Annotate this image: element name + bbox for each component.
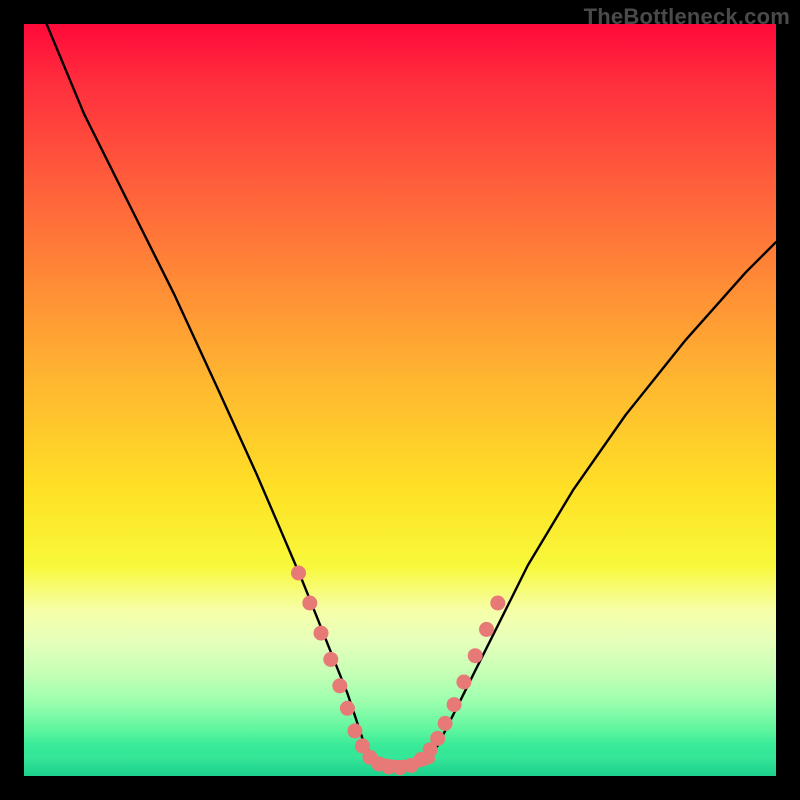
curve-marker xyxy=(291,566,306,581)
curve-marker xyxy=(447,697,462,712)
curve-path xyxy=(47,24,776,769)
curve-marker xyxy=(468,648,483,663)
curve-marker xyxy=(490,596,505,611)
curve-marker xyxy=(438,716,453,731)
curve-marker xyxy=(430,731,445,746)
curve-marker xyxy=(479,622,494,637)
bottleneck-curve xyxy=(24,24,776,776)
curve-marker xyxy=(340,701,355,716)
curve-marker xyxy=(347,723,362,738)
curve-marker xyxy=(302,596,317,611)
curve-marker xyxy=(332,678,347,693)
curve-marker xyxy=(456,675,471,690)
chart-frame: TheBottleneck.com xyxy=(0,0,800,800)
curve-marker xyxy=(314,626,329,641)
watermark-text: TheBottleneck.com xyxy=(584,4,790,30)
plot-area xyxy=(24,24,776,776)
curve-marker xyxy=(323,652,338,667)
